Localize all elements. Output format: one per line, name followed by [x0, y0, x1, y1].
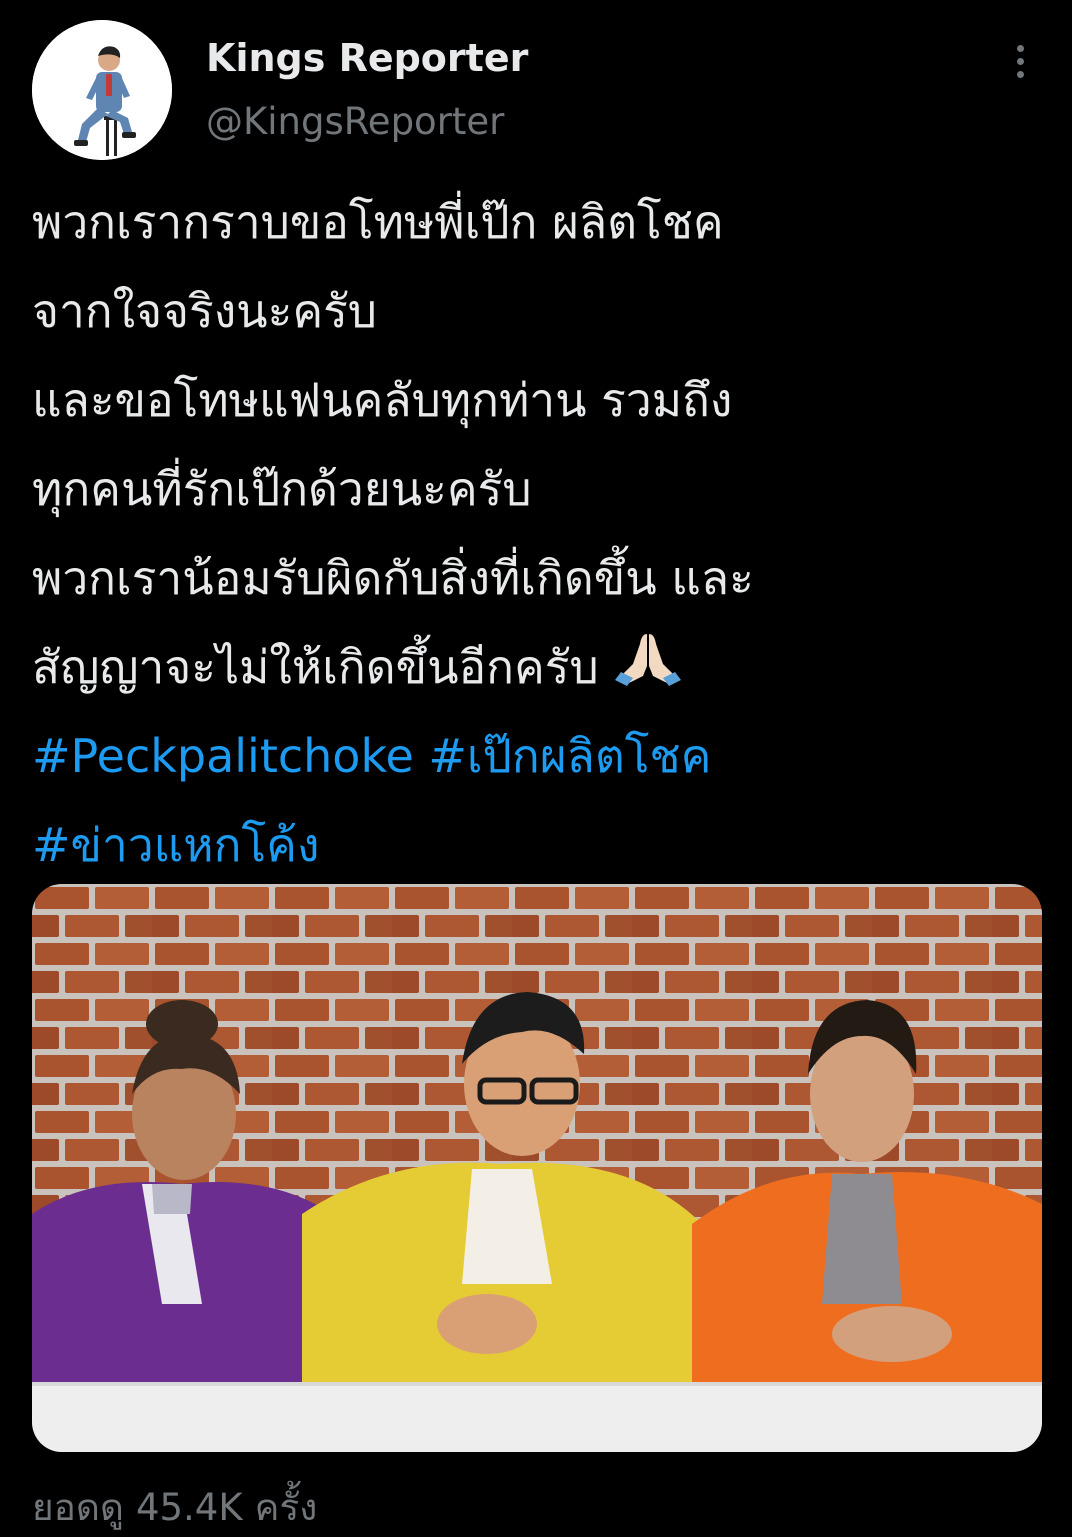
tweet-text-line: พวกเรากราบขอโทษพี่เป๊ก ผลิตโชค [32, 195, 724, 249]
tweet-text-line-with-emoji: สัญญาจะไม่ให้เกิดขึ้นอีกครับ [32, 623, 1042, 712]
folded-hands-icon [613, 626, 683, 715]
tweet-text-line: พวกเราน้อมรับผิดกับสิ่งที่เกิดขึ้น และ [32, 551, 754, 605]
more-vertical-icon-dot [1016, 57, 1024, 65]
more-vertical-icon [1016, 44, 1024, 52]
author-handle[interactable]: @KingsReporter [206, 100, 504, 143]
tweet-text: พวกเรากราบขอโทษพี่เป๊ก ผลิตโชค จากใจจริง… [32, 178, 1042, 890]
tweet-header: Kings Reporter @KingsReporter [0, 0, 1072, 170]
tweet-text-line: ทุกคนที่รักเป๊กด้วยนะครับ [32, 462, 532, 516]
avatar[interactable] [32, 20, 172, 160]
tweet-media-photo[interactable] [32, 884, 1042, 1452]
views-count: 45.4K [135, 1486, 243, 1529]
hashtag-line: #ข่าวแหกโค้ง [32, 801, 1042, 890]
hashtag-link[interactable]: #ข่าวแหกโค้ง [32, 818, 319, 872]
tweet-text-line: และขอโทษแฟนคลับทุกท่าน รวมถึง [32, 373, 733, 427]
view-count: ยอดดู 45.4K ครั้ง [32, 1478, 329, 1537]
author-display-name[interactable]: Kings Reporter [206, 36, 528, 80]
more-vertical-icon-dot [1016, 70, 1024, 78]
tweet-text-line: สัญญาจะไม่ให้เกิดขึ้นอีกครับ [32, 640, 599, 694]
more-options-button[interactable] [1000, 36, 1040, 86]
hashtag-link[interactable]: #Peckpalitchoke [32, 729, 414, 783]
avatar-image [32, 20, 172, 160]
hashtag-link[interactable]: #เป๊กผลิตโชค [428, 729, 711, 783]
views-label: ยอดดู [32, 1486, 124, 1529]
tweet-text-line: จากใจจริงนะครับ [32, 284, 377, 338]
photo-image [32, 884, 1042, 1452]
hashtag-line: #Peckpalitchoke #เป๊กผลิตโชค [32, 712, 1042, 801]
views-unit: ครั้ง [254, 1486, 318, 1529]
